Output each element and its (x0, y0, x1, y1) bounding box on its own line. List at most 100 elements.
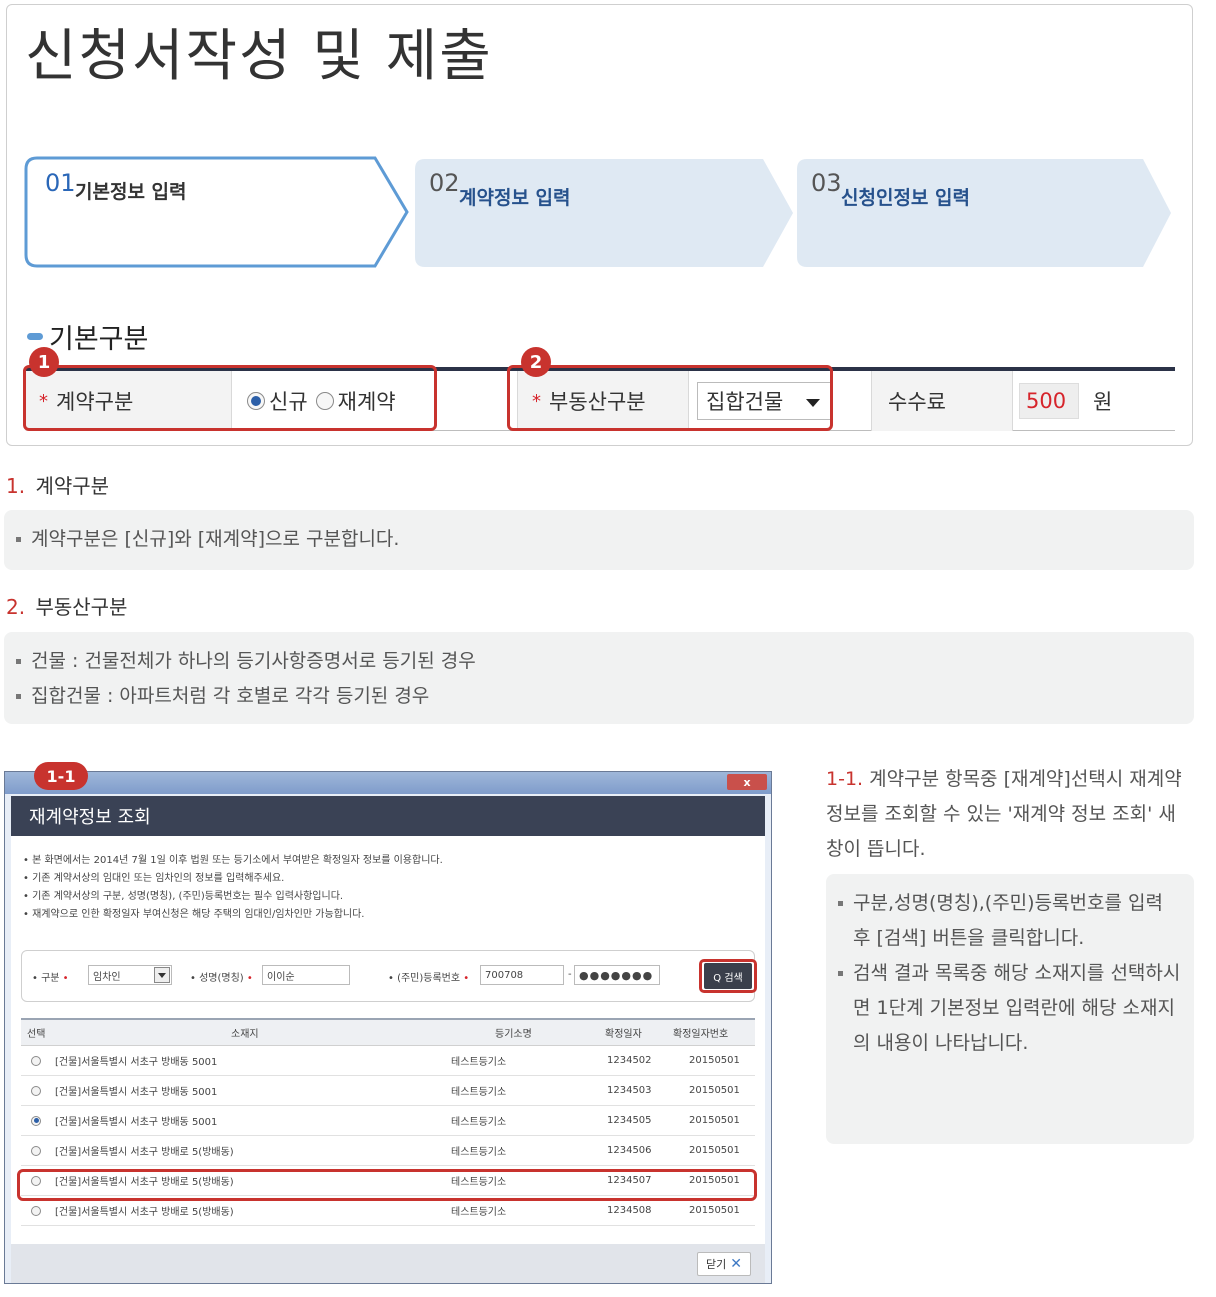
desc1-item-text: 계약구분은 [신규]와 [재계약]으로 구분합니다. (31, 528, 400, 550)
desc1-number: 1. (6, 474, 26, 498)
search-name-input[interactable]: 이이순 (262, 965, 350, 985)
row-radio-icon[interactable] (31, 1115, 41, 1126)
row-date-number: 1234502 (607, 1055, 652, 1066)
search-id-dash: - (568, 969, 572, 980)
row-address: [건물]서울특별시 서초구 방배로 5(방배동) (55, 1147, 234, 1158)
table-row[interactable]: [건물]서울특별시 서초구 방배동 5001 테스트등기소 1234505 20150… (21, 1106, 755, 1136)
search-panel: • 구분 • 임차인 • 성명(명칭) • 이이순 • (주민)등록번호 • 7… (21, 950, 757, 1002)
step-3-label: 신청인정보 입력 (841, 187, 970, 209)
step-1[interactable]: 01 기본정보 입력 (23, 155, 413, 268)
search-id-label-text: • (주민)등록번호 (388, 973, 461, 984)
callout-badge-1: 1 (29, 347, 59, 377)
window-close-button[interactable]: x (727, 774, 767, 790)
highlight-selected-row (17, 1169, 757, 1201)
close-button[interactable]: 닫기 ✕ (697, 1252, 751, 1276)
col-date-number: 확정일자번호 (673, 1029, 729, 1040)
divider (1012, 371, 1013, 431)
desc2-item: 집합건물 : 아파트처럼 각 호별로 각각 등기된 경우 (16, 679, 1182, 714)
required-mark: • (463, 973, 470, 984)
form-screenshot-panel: 신청서작성 및 제출 01 기본정보 입력 02 계약정보 입력 03 신청인정… (6, 4, 1193, 446)
required-mark: • (246, 973, 253, 984)
step-1-shape (24, 156, 409, 268)
desc2-item-text: 건물 : 건물전체가 하나의 등기사항증명서로 등기된 경우 (31, 650, 476, 672)
step-2-number: 02 (429, 169, 460, 197)
fee-cell: 500 원 (1019, 371, 1175, 431)
desc2-title: 2. 부동산구분 (6, 591, 127, 620)
search-name-label: • 성명(명칭) • (190, 969, 253, 984)
popup-body: • 본 화면에서는 2014년 7월 1일 이후 법원 또는 등기소에서 부여받… (11, 836, 765, 1244)
row-radio[interactable] (31, 1046, 41, 1075)
side-item: 구분,성명(명칭),(주민)등록번호를 입력 후 [검색] 버튼을 클릭합니다. (838, 886, 1182, 956)
search-id-back-input[interactable]: ●●●●●●● (574, 965, 660, 985)
fee-label-cell: 수수료 (872, 371, 1012, 431)
side-item-text: 구분,성명(명칭),(주민)등록번호를 입력 후 [검색] 버튼을 클릭합니다. (853, 892, 1163, 949)
desc2-item-text: 집합건물 : 아파트처럼 각 호별로 각각 등기된 경우 (31, 685, 430, 707)
desc2-number: 2. (6, 595, 26, 619)
step-2[interactable]: 02 계약정보 입력 (411, 155, 801, 267)
window-titlebar: x (5, 772, 771, 794)
fee-label: 수수료 (888, 390, 946, 414)
desc1-heading: 계약구분 (35, 474, 110, 498)
row-radio[interactable] (31, 1136, 41, 1165)
search-type-label-text: • 구분 (32, 973, 60, 984)
bullet-icon (16, 694, 21, 699)
row-address: [건물]서울특별시 서초구 방배동 5001 (55, 1057, 218, 1068)
row-radio-icon[interactable] (31, 1055, 41, 1066)
row-address: [건물]서울특별시 서초구 방배동 5001 (55, 1117, 218, 1128)
search-name-label-text: • 성명(명칭) (190, 973, 244, 984)
desc1-item: 계약구분은 [신규]와 [재계약]으로 구분합니다. (16, 522, 1182, 557)
row-office: 테스트등기소 (451, 1087, 507, 1098)
side-box: 구분,성명(명칭),(주민)등록번호를 입력 후 [검색] 버튼을 클릭합니다.… (826, 874, 1194, 1144)
step-2-shape (415, 159, 793, 267)
row-fixed-date: 20150501 (689, 1055, 740, 1066)
fee-value: 500 (1019, 383, 1079, 419)
row-radio[interactable] (31, 1106, 41, 1135)
required-mark: • (62, 973, 69, 984)
popup-notes: • 본 화면에서는 2014년 7월 1일 이후 법원 또는 등기소에서 부여받… (23, 852, 443, 924)
search-button[interactable]: Q 검색 (704, 963, 752, 989)
side-item: 검색 결과 목록중 해당 소재지를 선택하시면 1단계 기본정보 입력란에 해당… (838, 956, 1182, 1061)
popup-title: 재계약정보 조회 (11, 796, 765, 836)
popup-note: • 본 화면에서는 2014년 7월 1일 이후 법원 또는 등기소에서 부여받… (23, 855, 443, 866)
bullet-icon (838, 971, 843, 976)
renewal-lookup-popup: x 재계약정보 조회 • 본 화면에서는 2014년 7월 1일 이후 법원 또… (4, 771, 772, 1284)
search-type-label: • 구분 • (32, 969, 69, 984)
chevron-down-icon (154, 967, 170, 983)
side-description: 1-1. 계약구분 항목중 [재계약]선택시 재계약 정보를 조회할 수 있는 … (826, 762, 1192, 867)
search-type-select[interactable]: 임차인 (88, 965, 172, 985)
col-address: 소재지 (231, 1029, 259, 1040)
row-date-number: 1234503 (607, 1085, 652, 1096)
row-date-number: 1234505 (607, 1115, 652, 1126)
step-3-shape (797, 159, 1171, 267)
table-row[interactable]: [건물]서울특별시 서초구 방배로 5(방배동) 테스트등기소 1234506 201… (21, 1136, 755, 1166)
step-3[interactable]: 03 신청인정보 입력 (793, 155, 1175, 267)
row-office: 테스트등기소 (451, 1147, 507, 1158)
desc2-box: 건물 : 건물전체가 하나의 등기사항증명서로 등기된 경우 집합건물 : 아파… (4, 632, 1194, 724)
table-row[interactable]: [건물]서울특별시 서초구 방배동 5001 테스트등기소 1234502 20150… (21, 1046, 755, 1076)
table-row[interactable]: [건물]서울특별시 서초구 방배동 5001 테스트등기소 1234503 20150… (21, 1076, 755, 1106)
desc1-box: 계약구분은 [신규]와 [재계약]으로 구분합니다. (4, 510, 1194, 570)
search-id-front-input[interactable]: 700708 (480, 965, 564, 985)
row-radio[interactable] (31, 1076, 41, 1105)
row-radio-icon[interactable] (31, 1085, 41, 1096)
row-fixed-date: 20150501 (689, 1085, 740, 1096)
step-1-label: 기본정보 입력 (75, 181, 187, 203)
row-radio-icon[interactable] (31, 1205, 41, 1216)
close-button-label: 닫기 (706, 1258, 727, 1271)
row-date-number: 1234506 (607, 1145, 652, 1156)
side-text: 계약구분 항목중 [재계약]선택시 재계약 정보를 조회할 수 있는 '재계약 … (826, 768, 1182, 860)
side-number: 1-1. (826, 768, 864, 790)
page-title: 신청서작성 및 제출 (25, 24, 493, 89)
side-item-text: 검색 결과 목록중 해당 소재지를 선택하시면 1단계 기본정보 입력란에 해당… (853, 962, 1181, 1054)
col-office: 등기소명 (495, 1029, 532, 1040)
row-address: [건물]서울특별시 서초구 방배동 5001 (55, 1087, 218, 1098)
highlight-property-type (507, 365, 833, 431)
popup-note: • 기존 계약서상의 구분, 성명(명칭), (주민)등록번호는 필수 입력사항… (23, 891, 344, 902)
close-icon: ✕ (730, 1256, 742, 1272)
row-office: 테스트등기소 (451, 1057, 507, 1068)
callout-badge-2: 2 (521, 347, 551, 377)
row-radio-icon[interactable] (31, 1145, 41, 1156)
step-3-number: 03 (811, 169, 842, 197)
bullet-icon (16, 537, 21, 542)
section-title: 기본구분 (49, 324, 149, 355)
